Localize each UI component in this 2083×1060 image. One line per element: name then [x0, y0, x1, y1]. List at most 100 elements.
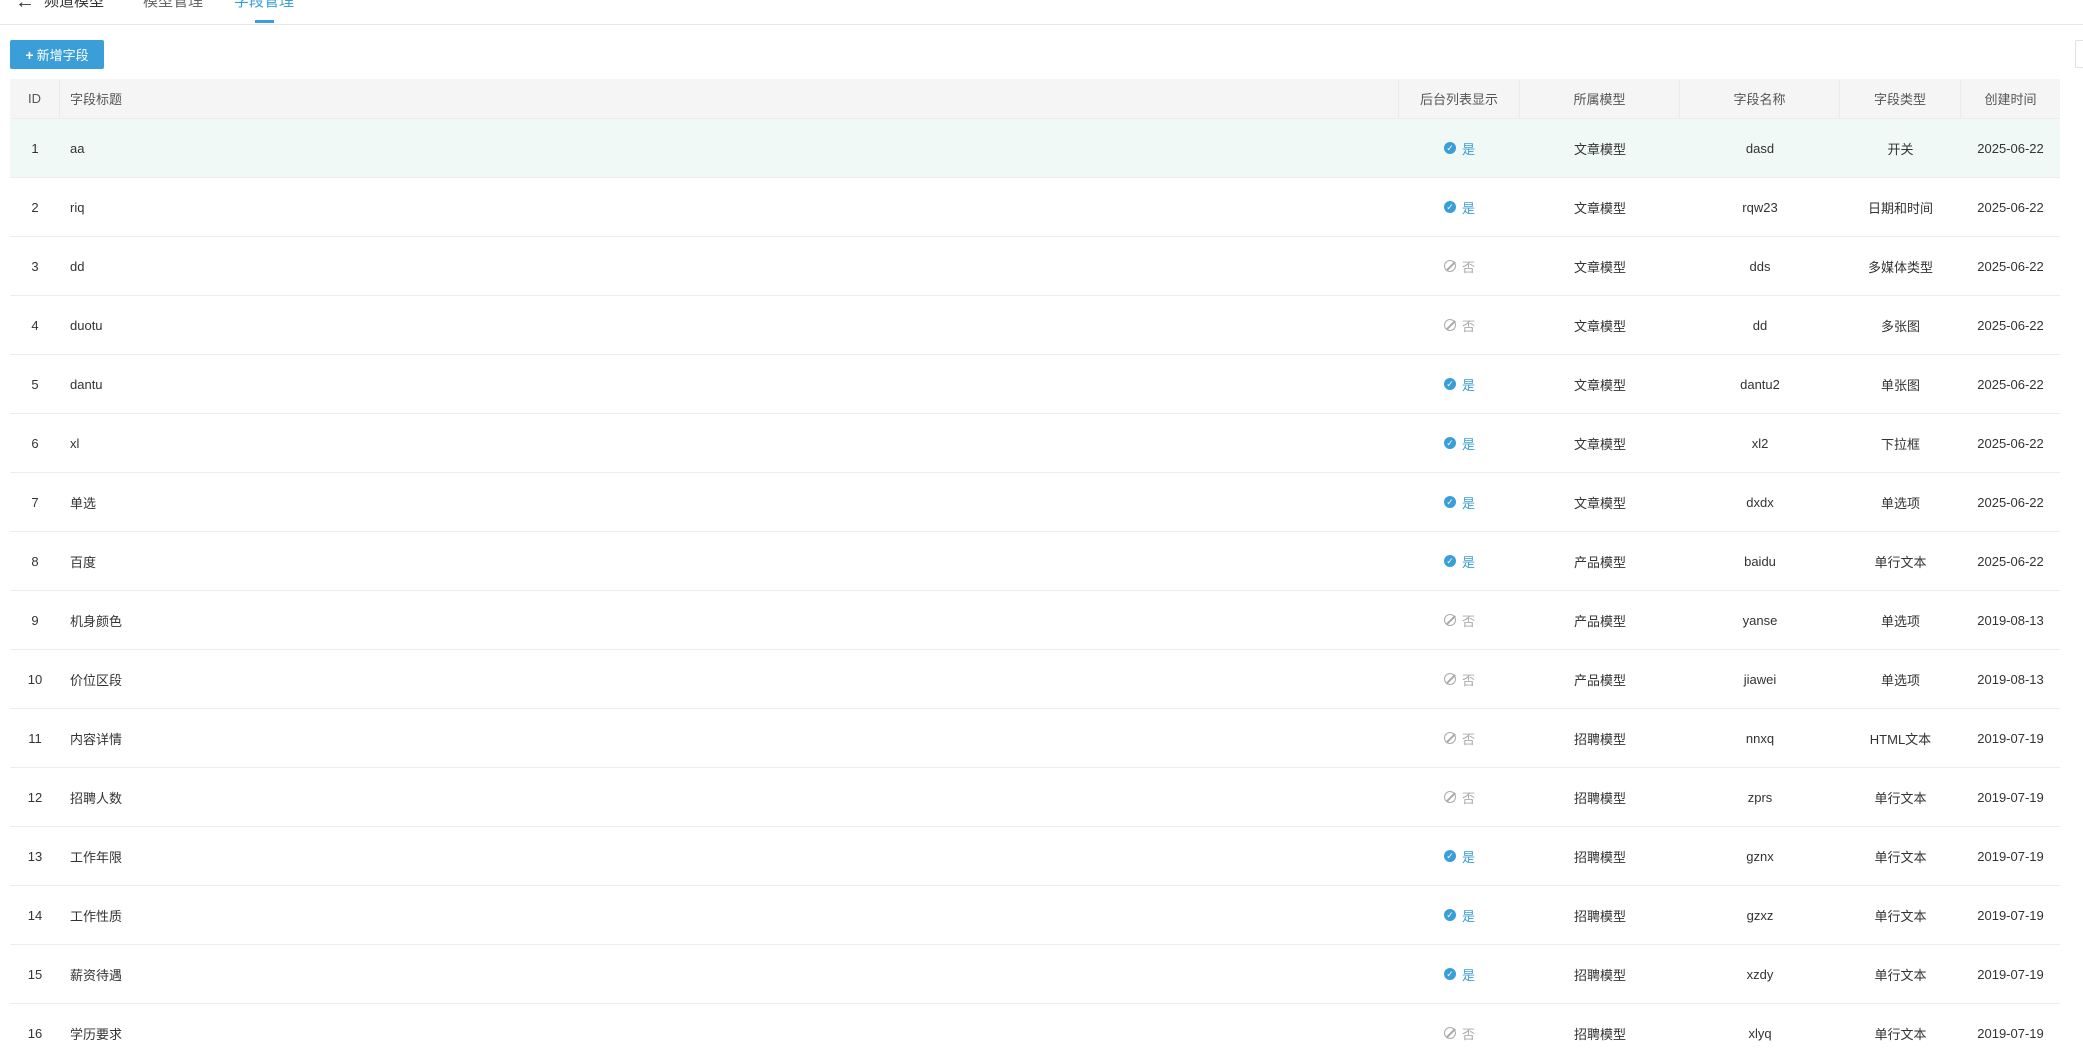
show-yes-status[interactable]: ✓ 是	[1443, 906, 1475, 925]
table-row[interactable]: 16 学历要求 否 招聘模型 xlyq 单行文本 2019-07-19	[10, 1004, 2060, 1060]
ban-icon	[1443, 791, 1456, 803]
plus-icon: +	[25, 46, 34, 63]
cell-name: gzxz	[1746, 907, 1774, 923]
cell-title: 工作性质	[70, 908, 123, 924]
cell-time: 2025-06-22	[1977, 435, 2044, 451]
cell-show: ✓ 是	[1399, 178, 1520, 236]
cell-time: 2019-08-13	[1977, 612, 2044, 628]
cell-show: ✓ 是	[1399, 532, 1520, 590]
show-label: 否	[1461, 672, 1475, 688]
show-yes-status[interactable]: ✓ 是	[1443, 434, 1475, 453]
cell-name: rqw23	[1742, 199, 1778, 215]
cell-model: 产品模型	[1573, 613, 1626, 629]
table-row[interactable]: 8 百度 ✓ 是产品模型 baidu 单行文本 2025-06-22	[10, 532, 2060, 591]
cell-show: ✓ 是	[1399, 886, 1520, 944]
show-label: 是	[1461, 554, 1475, 570]
cell-show: 否	[1399, 768, 1520, 826]
cell-title: 内容详情	[70, 731, 123, 747]
cell-model: 招聘模型	[1573, 1026, 1626, 1042]
cell-time: 2025-06-22	[1977, 258, 2044, 274]
table-row[interactable]: 2 riq ✓ 是文章模型 rqw23 日期和时间 2025-06-22	[10, 178, 2060, 237]
table-row[interactable]: 5 dantu ✓ 是文章模型 dantu2 单张图 2025-06-22	[10, 355, 2060, 414]
cell-show: 否	[1399, 650, 1520, 708]
show-no-status[interactable]: 否	[1443, 670, 1475, 689]
active-tab-indicator	[255, 20, 274, 23]
table-row[interactable]: 7 单选 ✓ 是文章模型 dxdx 单选项 2025-06-22	[10, 473, 2060, 532]
tab-field-management[interactable]: 字段管理	[234, 0, 294, 10]
check-circle-icon: ✓	[1443, 909, 1456, 921]
show-yes-status[interactable]: ✓ 是	[1443, 198, 1475, 217]
cell-type: 单行文本	[1874, 967, 1927, 983]
cell-id: 13	[27, 848, 43, 864]
table-row[interactable]: 15 薪资待遇 ✓ 是招聘模型 xzdy 单行文本 2019-07-19	[10, 945, 2060, 1004]
show-label: 否	[1461, 790, 1475, 806]
show-label: 否	[1461, 318, 1475, 334]
cell-title: aa	[70, 140, 85, 156]
show-yes-status[interactable]: ✓ 是	[1443, 493, 1475, 512]
show-no-status[interactable]: 否	[1443, 611, 1475, 630]
cell-type: 单选项	[1880, 613, 1920, 629]
table-row[interactable]: 1 aa ✓ 是文章模型 dasd 开关 2025-06-22	[10, 119, 2060, 178]
cell-id: 1	[31, 140, 39, 156]
show-no-status[interactable]: 否	[1443, 1024, 1475, 1043]
top-nav: ← 频道模型 模型管理 字段管理	[0, 0, 2083, 25]
cell-model: 产品模型	[1573, 672, 1626, 688]
cell-title: 薪资待遇	[70, 967, 123, 983]
show-no-status[interactable]: 否	[1443, 257, 1475, 276]
tab-model-management[interactable]: 模型管理	[143, 0, 203, 10]
show-yes-status[interactable]: ✓ 是	[1443, 139, 1475, 158]
ban-icon	[1443, 319, 1456, 331]
cell-model: 招聘模型	[1573, 790, 1626, 806]
table-row[interactable]: 12 招聘人数 否 招聘模型 zprs 单行文本 2019-07-19	[10, 768, 2060, 827]
check-circle-icon: ✓	[1443, 437, 1456, 449]
table-row[interactable]: 14 工作性质 ✓ 是招聘模型 gzxz 单行文本 2019-07-19	[10, 886, 2060, 945]
cell-time: 2025-06-22	[1977, 317, 2044, 333]
show-yes-status[interactable]: ✓ 是	[1443, 552, 1475, 571]
cell-time: 2025-06-22	[1977, 553, 2044, 569]
show-yes-status[interactable]: ✓ 是	[1443, 375, 1475, 394]
show-yes-status[interactable]: ✓ 是	[1443, 847, 1475, 866]
header-time: 创建时间	[1984, 92, 2037, 107]
show-label: 是	[1461, 849, 1475, 865]
table-row[interactable]: 9 机身颜色 否 产品模型 yanse 单选项 2019-08-13	[10, 591, 2060, 650]
show-label: 否	[1461, 613, 1475, 629]
show-no-status[interactable]: 否	[1443, 729, 1475, 748]
check-circle-icon: ✓	[1443, 555, 1456, 567]
show-label: 否	[1461, 731, 1475, 747]
add-field-button[interactable]: + 新增字段	[10, 40, 104, 69]
cell-id: 12	[27, 789, 43, 805]
cell-model: 招聘模型	[1573, 849, 1626, 865]
table-row[interactable]: 3 dd 否 文章模型 dds 多媒体类型 2025-06-22	[10, 237, 2060, 296]
cell-time: 2019-07-19	[1977, 966, 2044, 982]
cell-model: 文章模型	[1573, 200, 1626, 216]
check-circle-icon: ✓	[1443, 201, 1456, 213]
table-row[interactable]: 13 工作年限 ✓ 是招聘模型 gznx 单行文本 2019-07-19	[10, 827, 2060, 886]
show-yes-status[interactable]: ✓ 是	[1443, 965, 1475, 984]
show-label: 是	[1461, 377, 1475, 393]
cell-title: dantu	[70, 376, 103, 392]
ban-icon	[1443, 673, 1456, 685]
page-title[interactable]: 频道模型	[44, 0, 104, 10]
cell-show: ✓ 是	[1399, 355, 1520, 413]
show-label: 是	[1461, 967, 1475, 983]
cell-time: 2025-06-22	[1977, 494, 2044, 510]
show-label: 否	[1461, 259, 1475, 275]
table-row[interactable]: 11 内容详情 否 招聘模型 nnxq HTML文本 2019-07-19	[10, 709, 2060, 768]
show-no-status[interactable]: 否	[1443, 316, 1475, 335]
arrow-left-icon[interactable]: ←	[15, 0, 35, 12]
table-row[interactable]: 6 xl ✓ 是文章模型 xl2 下拉框 2025-06-22	[10, 414, 2060, 473]
cell-title: 单选	[70, 495, 97, 511]
cell-title: 百度	[70, 554, 97, 570]
toolbar-right-control[interactable]	[2075, 40, 2083, 68]
header-show: 后台列表显示	[1399, 79, 1520, 118]
ban-icon	[1443, 614, 1456, 626]
header-name: 字段名称	[1680, 79, 1840, 118]
cell-type: 单行文本	[1874, 908, 1927, 924]
table-row[interactable]: 10 价位区段 否 产品模型 jiawei 单选项 2019-08-13	[10, 650, 2060, 709]
cell-model: 产品模型	[1573, 554, 1626, 570]
table-row[interactable]: 4 duotu 否 文章模型 dd 多张图 2025-06-22	[10, 296, 2060, 355]
cell-type: 多张图	[1880, 318, 1920, 334]
show-label: 是	[1461, 436, 1475, 452]
show-no-status[interactable]: 否	[1443, 788, 1475, 807]
cell-title: xl	[70, 435, 80, 451]
